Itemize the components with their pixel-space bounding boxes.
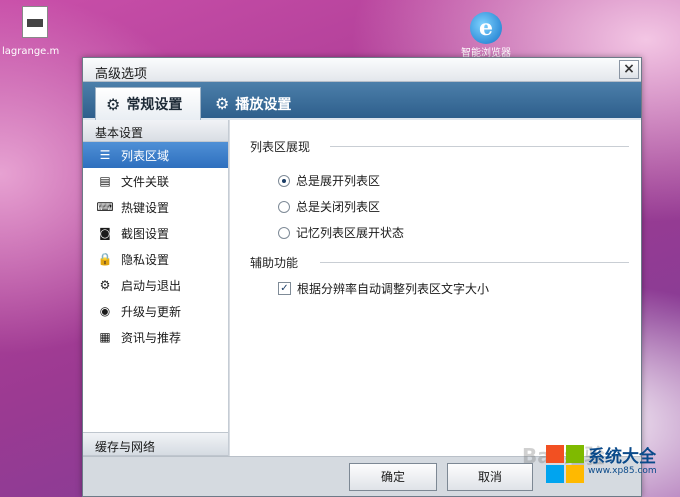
settings-tabbar: ⚙ 常规设置 ⚙ 播放设置 (83, 82, 641, 120)
desktop-file-label: lagrange.m (2, 46, 60, 57)
sidebar-item-label: 列表区域 (121, 148, 170, 163)
radio-label: 记忆列表区展开状态 (296, 226, 405, 240)
sidebar-item-label: 文件关联 (121, 174, 170, 189)
list-icon: ☰ (99, 148, 111, 162)
tab-label: 常规设置 (126, 97, 183, 113)
desktop-file-icon[interactable]: lagrange.m (2, 6, 68, 58)
site-url: www.xp85.com (588, 466, 657, 476)
dialog-titlebar: 高级选项 × (83, 58, 641, 82)
sidebar-header-basic[interactable]: 基本设置 (83, 120, 228, 142)
sidebar-item-upgrade[interactable]: ◉ 升级与更新 (83, 298, 228, 324)
radio-always-collapse[interactable]: 总是关闭列表区 (278, 198, 380, 215)
site-name: 系统大全 (588, 447, 656, 467)
sidebar-item-label: 升级与更新 (121, 304, 182, 319)
sidebar-item-list-area[interactable]: ☰ 列表区域 (83, 142, 228, 168)
close-button[interactable]: × (619, 60, 639, 79)
section-divider (330, 146, 629, 147)
power-gear-icon: ⚙ (99, 278, 111, 292)
ok-button[interactable]: 确定 (349, 463, 437, 491)
sidebar-item-news[interactable]: ▦ 资讯与推荐 (83, 324, 228, 350)
radio-button[interactable] (278, 226, 290, 239)
dialog-title: 高级选项 (95, 67, 148, 82)
advanced-options-dialog: 高级选项 × ⚙ 常规设置 ⚙ 播放设置 基本设置 ☰ 列表区域 ▤ 文件关联 … (82, 57, 642, 497)
sidebar-item-hotkeys[interactable]: ⌨ 热键设置 (83, 194, 228, 220)
file-link-icon: ▤ (99, 174, 111, 188)
checkbox-label: 根据分辨率自动调整列表区文字大小 (297, 282, 490, 296)
sidebar-item-label: 截图设置 (121, 226, 170, 241)
tab-playback-settings[interactable]: ⚙ 播放设置 (205, 87, 309, 120)
sidebar-footer-cache-network[interactable]: 缓存与网络 (83, 432, 228, 456)
cancel-button[interactable]: 取消 (447, 463, 533, 491)
sidebar-item-startup-exit[interactable]: ⚙ 启动与退出 (83, 272, 228, 298)
sidebar-item-label: 启动与退出 (121, 278, 182, 293)
close-icon: × (623, 61, 635, 77)
tab-general-settings[interactable]: ⚙ 常规设置 (95, 87, 201, 120)
windows-logo-icon (546, 445, 584, 483)
sidebar-item-label: 资讯与推荐 (121, 330, 182, 345)
sidebar-item-file-association[interactable]: ▤ 文件关联 (83, 168, 228, 194)
checkbox-auto-font-size[interactable]: ✓ 根据分辨率自动调整列表区文字大小 (278, 280, 489, 297)
site-watermark: 系统大全 www.xp85.com (546, 445, 657, 483)
radio-label: 总是关闭列表区 (296, 200, 381, 214)
sidebar-item-label: 隐私设置 (121, 252, 170, 267)
settings-content: 列表区展现 总是展开列表区 总是关闭列表区 记忆列表区展开状态 辅助功能 ✓ 根… (230, 120, 641, 456)
radio-button-checked[interactable] (278, 174, 290, 187)
sidebar-item-screenshot[interactable]: ◙ 截图设置 (83, 220, 228, 246)
hotkey-icon: ⌨ (96, 200, 114, 214)
checkbox-checked[interactable]: ✓ (278, 282, 291, 295)
desktop-browser-shortcut[interactable]: e 智能浏览器 (448, 12, 524, 60)
document-icon (22, 6, 48, 38)
sidebar-item-label: 热键设置 (121, 200, 170, 215)
radio-remember-state[interactable]: 记忆列表区展开状态 (278, 224, 404, 241)
update-globe-icon: ◉ (99, 304, 111, 318)
browser-e-icon: e (470, 12, 502, 44)
news-icon: ▦ (99, 330, 111, 344)
section-title-accessibility: 辅助功能 (250, 256, 299, 270)
section-title-list-display: 列表区展现 (250, 140, 311, 154)
lock-icon: 🔒 (97, 252, 113, 266)
gear-icon: ⚙ (106, 94, 121, 114)
play-settings-icon: ⚙ (215, 94, 230, 113)
radio-label: 总是展开列表区 (296, 174, 381, 188)
camera-icon: ◙ (99, 226, 111, 240)
settings-sidebar: 基本设置 ☰ 列表区域 ▤ 文件关联 ⌨ 热键设置 ◙ 截图设置 🔒 隐私设置 (83, 120, 229, 496)
radio-button[interactable] (278, 200, 290, 213)
sidebar-item-privacy[interactable]: 🔒 隐私设置 (83, 246, 228, 272)
section-divider (320, 262, 629, 263)
radio-always-expand[interactable]: 总是展开列表区 (278, 172, 380, 189)
tab-label: 播放设置 (235, 96, 292, 113)
